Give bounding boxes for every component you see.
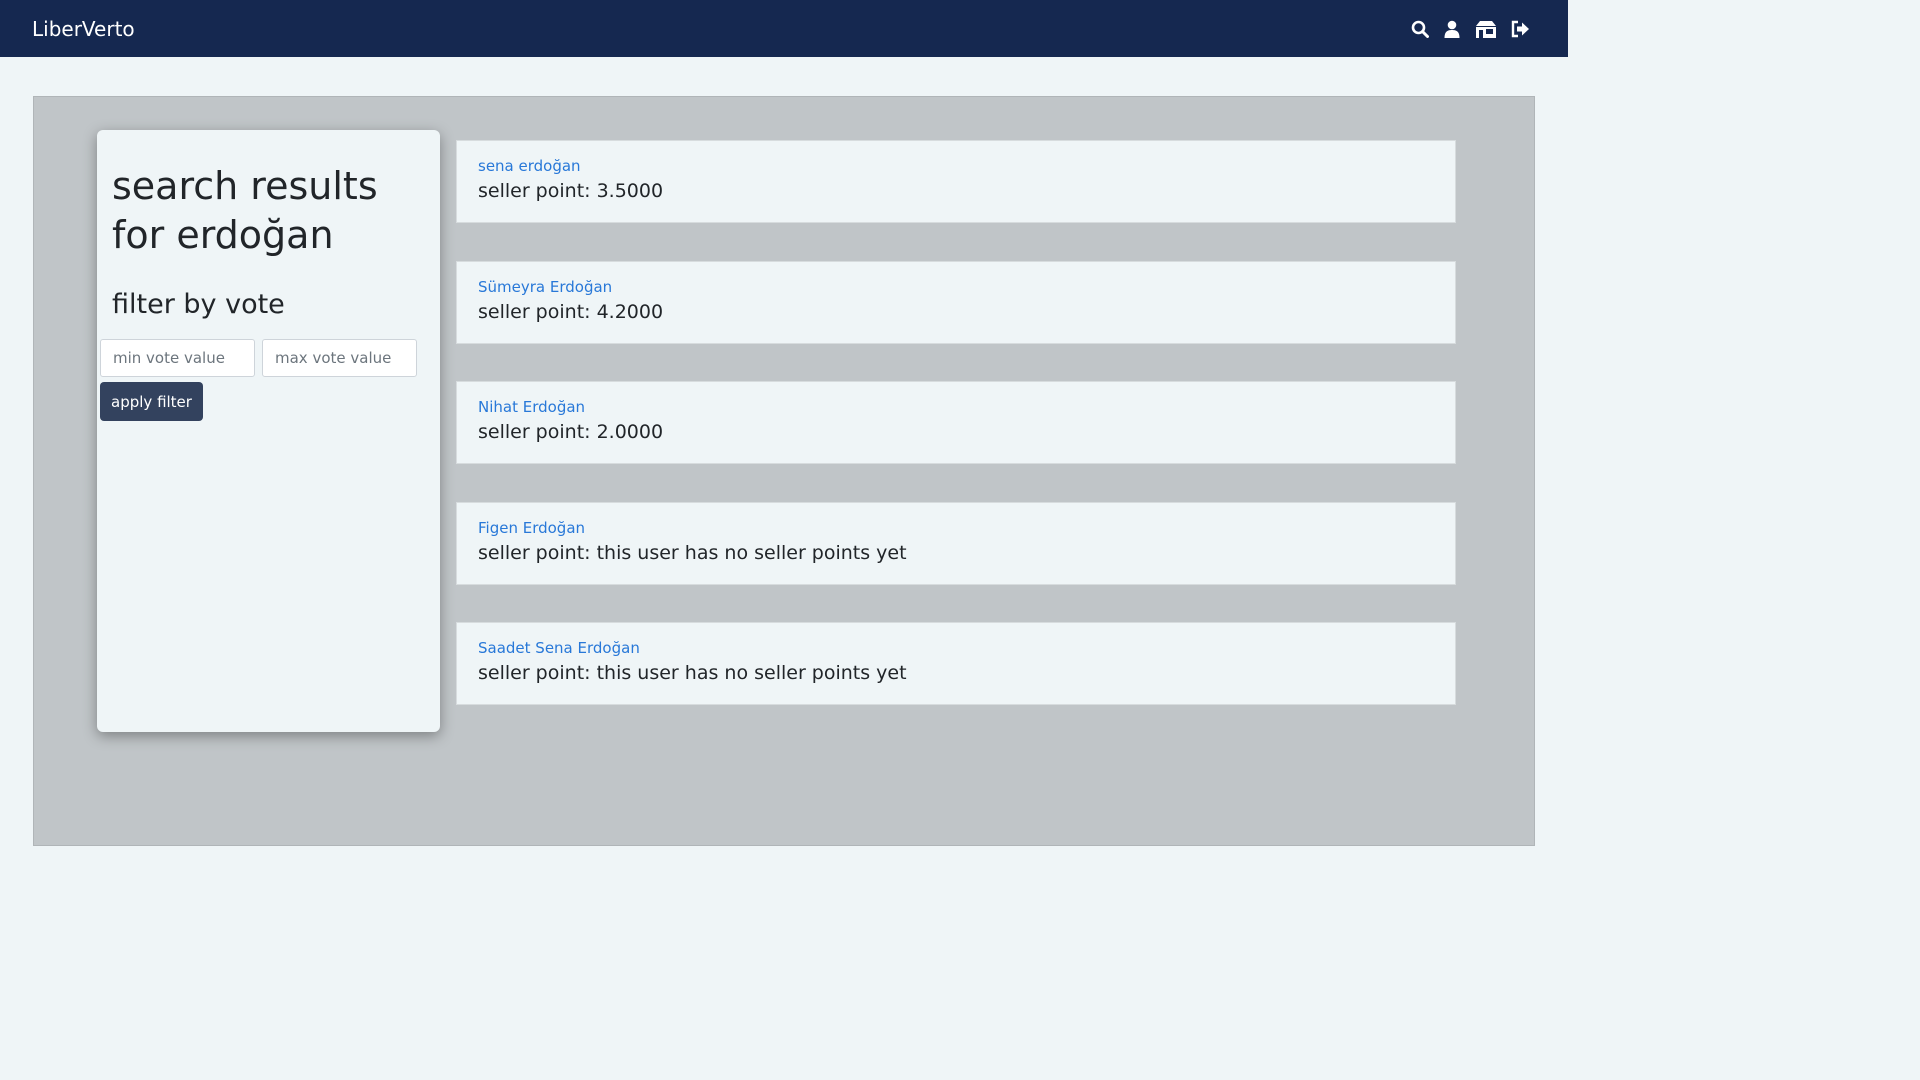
result-seller-point: seller point: 4.2000 (478, 301, 664, 323)
filter-sidebar: search results for erdoğan filter by vot… (97, 130, 440, 732)
result-seller-point: seller point: this user has no seller po… (478, 542, 907, 564)
result-user-link[interactable]: Sümeyra Erdoğan (478, 277, 612, 297)
result-card: sena erdoğan seller point: 3.5000 (456, 140, 1456, 223)
result-card: Figen Erdoğan seller point: this user ha… (456, 502, 1456, 585)
apply-filter-button[interactable]: apply filter (100, 382, 203, 421)
page-title: search results for erdoğan (112, 164, 378, 257)
user-icon[interactable] (1443, 20, 1461, 38)
result-user-link[interactable]: Saadet Sena Erdoğan (478, 638, 640, 658)
result-seller-point: seller point: 3.5000 (478, 180, 664, 202)
brand-logo[interactable]: LiberVerto (32, 15, 135, 43)
min-vote-input[interactable] (100, 339, 255, 377)
result-user-link[interactable]: Figen Erdoğan (478, 518, 585, 538)
logout-icon[interactable] (1511, 20, 1530, 38)
result-card: Sümeyra Erdoğan seller point: 4.2000 (456, 261, 1456, 344)
top-navbar: LiberVerto (0, 0, 1568, 57)
nav-icon-group (1411, 17, 1530, 41)
store-icon[interactable] (1475, 20, 1497, 38)
result-seller-point: seller point: this user has no seller po… (478, 662, 907, 684)
result-user-link[interactable]: sena erdoğan (478, 156, 581, 176)
result-card: Nihat Erdoğan seller point: 2.0000 (456, 381, 1456, 464)
result-user-link[interactable]: Nihat Erdoğan (478, 397, 585, 417)
result-seller-point: seller point: 2.0000 (478, 421, 664, 443)
search-icon[interactable] (1411, 20, 1429, 38)
max-vote-input[interactable] (262, 339, 417, 377)
filter-heading: filter by vote (112, 289, 285, 320)
result-card: Saadet Sena Erdoğan seller point: this u… (456, 622, 1456, 705)
